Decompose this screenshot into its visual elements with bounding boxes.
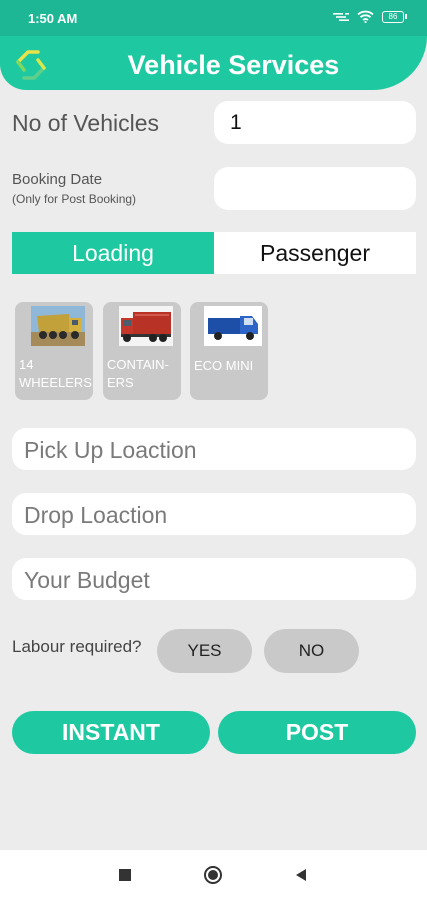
status-time: 1:50 AM bbox=[28, 11, 78, 26]
status-icons: 86 bbox=[333, 10, 407, 23]
budget-input[interactable]: Your Budget bbox=[12, 558, 416, 600]
vehicle-label: ECO MINI bbox=[194, 358, 254, 373]
pickup-location-placeholder: Pick Up Loaction bbox=[24, 437, 197, 463]
booking-date-label: Booking Date bbox=[12, 171, 103, 188]
pickup-location-input[interactable]: Pick Up Loaction bbox=[12, 428, 416, 470]
vehicles-count-input[interactable]: 1 bbox=[214, 101, 416, 144]
tab-passenger[interactable]: Passenger bbox=[214, 232, 416, 274]
app-header: Vehicle Services bbox=[0, 36, 427, 90]
labour-no-button[interactable]: NO bbox=[264, 629, 359, 673]
vehicle-card-containers[interactable]: CONTAIN- ERS bbox=[103, 302, 181, 400]
battery-level: 86 bbox=[382, 10, 404, 23]
instant-button[interactable]: INSTANT bbox=[12, 711, 210, 754]
container-truck-icon bbox=[119, 306, 173, 346]
vehicles-count-value: 1 bbox=[230, 111, 242, 134]
drop-location-placeholder: Drop Loaction bbox=[24, 502, 168, 528]
booking-date-hint: (Only for Post Booking) bbox=[12, 192, 137, 206]
vehicle-label: 14 WHEELERS bbox=[19, 357, 92, 390]
status-bar: 1:50 AM 86 bbox=[0, 0, 427, 36]
drop-location-input[interactable]: Drop Loaction bbox=[12, 493, 416, 535]
labour-required-label: Labour required? bbox=[12, 637, 142, 656]
system-nav-bar bbox=[0, 850, 427, 900]
recents-square-icon[interactable] bbox=[118, 868, 132, 882]
dump-truck-icon bbox=[31, 306, 85, 346]
signal-icon bbox=[333, 12, 349, 21]
battery-icon: 86 bbox=[382, 10, 407, 23]
vehicle-card-14-wheelers[interactable]: 14 WHEELERS bbox=[15, 302, 93, 400]
home-circle-icon[interactable] bbox=[203, 865, 223, 885]
service-type-toggle: Loading Passenger bbox=[12, 232, 416, 274]
booking-date-input[interactable] bbox=[214, 167, 416, 210]
vehicle-card-eco-mini[interactable]: ECO MINI bbox=[190, 302, 268, 400]
vehicle-label: CONTAIN- ERS bbox=[107, 357, 169, 390]
tab-loading[interactable]: Loading bbox=[12, 232, 214, 274]
page-title: Vehicle Services bbox=[127, 50, 340, 80]
budget-placeholder: Your Budget bbox=[24, 567, 150, 593]
vehicles-count-label: No of Vehicles bbox=[12, 110, 160, 136]
labour-yes-button[interactable]: YES bbox=[157, 629, 252, 673]
back-triangle-icon[interactable] bbox=[294, 868, 308, 882]
post-button[interactable]: POST bbox=[218, 711, 416, 754]
mini-truck-icon bbox=[204, 306, 262, 346]
wifi-icon bbox=[357, 10, 374, 23]
